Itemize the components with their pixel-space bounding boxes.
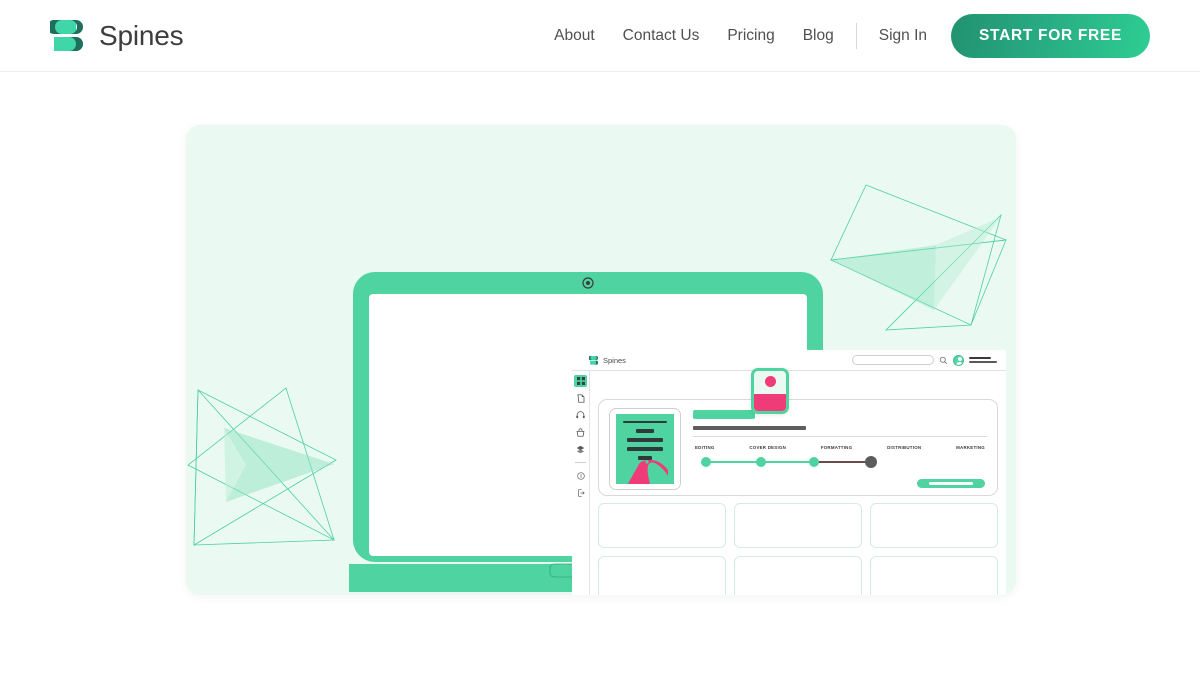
start-for-free-button[interactable]: START FOR FREE: [951, 13, 1150, 58]
sidebar-item-dashboard[interactable]: [574, 375, 587, 387]
book-cover-art: [616, 414, 674, 484]
nav-right-group: About Contact Us Pricing Blog Sign In ST…: [554, 13, 1150, 58]
sidebar-item-info[interactable]: [574, 470, 587, 482]
preview-accent-dot: [764, 376, 776, 387]
spines-logo-icon: [50, 17, 90, 55]
sign-in-link[interactable]: Sign In: [879, 27, 927, 45]
project-action-button[interactable]: [917, 479, 985, 488]
app-content: EDITING COVER DESIGN FORMATTING DISTRIBU…: [590, 371, 1006, 595]
brand-name: Spines: [99, 19, 184, 51]
search-input[interactable]: [852, 355, 934, 365]
progress-node-distribution[interactable]: [865, 456, 877, 468]
sidebar-item-layers[interactable]: [574, 443, 587, 455]
project-subtitle-placeholder: [693, 426, 806, 430]
project-panel: EDITING COVER DESIGN FORMATTING DISTRIBU…: [598, 399, 998, 496]
panel-divider: [693, 436, 987, 437]
step-label-formatting: FORMATTING: [820, 445, 853, 450]
nav-divider: [855, 22, 857, 49]
app-sidebar: [572, 371, 590, 595]
project-card[interactable]: [598, 556, 726, 595]
project-card[interactable]: [734, 503, 862, 548]
sidebar-item-support[interactable]: [574, 409, 587, 421]
search-icon[interactable]: [939, 356, 948, 365]
info-circle-icon: [576, 472, 585, 480]
project-card[interactable]: [734, 556, 862, 595]
sidebar-item-store[interactable]: [574, 426, 587, 438]
project-card[interactable]: [598, 503, 726, 548]
spines-logo-icon: [589, 355, 599, 365]
user-name-placeholder: [969, 357, 997, 363]
progress-node-cover-design[interactable]: [756, 457, 766, 467]
step-label-marketing: MARKETING: [956, 445, 985, 450]
step-label-cover-design: COVER DESIGN: [749, 445, 787, 450]
shopping-bag-icon: [576, 427, 585, 437]
nav-links: About Contact Us Pricing Blog: [554, 27, 834, 45]
app-topbar-right: [852, 354, 997, 366]
grid-dashboard-icon: [576, 377, 585, 385]
hero-section: Spines EDITING COVER DESIGN FORMATTING D…: [0, 72, 1200, 675]
progress-tracker: EDITING COVER DESIGN FORMATTING DISTRIBU…: [693, 445, 987, 469]
step-label-editing: EDITING: [695, 445, 715, 450]
app-body: EDITING COVER DESIGN FORMATTING DISTRIBU…: [572, 371, 1006, 595]
nav-link-blog[interactable]: Blog: [803, 27, 834, 45]
document-icon: [577, 393, 584, 403]
progress-step-labels: EDITING COVER DESIGN FORMATTING DISTRIBU…: [693, 445, 987, 450]
project-card[interactable]: [870, 556, 998, 595]
nav-link-pricing[interactable]: Pricing: [727, 27, 774, 45]
app-screen: Spines EDITING COVER DESIGN FORMATTING D…: [572, 350, 1006, 595]
sidebar-item-logout[interactable]: [574, 487, 587, 499]
app-brand-name: Spines: [603, 355, 626, 365]
project-card[interactable]: [870, 503, 998, 548]
app-brand[interactable]: Spines: [589, 355, 626, 366]
nav-link-contact-us[interactable]: Contact Us: [623, 27, 700, 45]
sidebar-item-documents[interactable]: [574, 392, 587, 404]
logout-icon: [577, 489, 585, 497]
progress-track: [693, 455, 987, 469]
app-topbar: Spines: [572, 350, 1006, 371]
progress-node-editing[interactable]: [701, 457, 711, 467]
sidebar-divider: [575, 462, 586, 463]
layers-stack-icon: [576, 445, 585, 453]
headphones-icon: [576, 411, 585, 419]
preview-accent-block: [754, 394, 786, 411]
book-cover-swirl-icon: [628, 460, 668, 484]
project-card-grid: [598, 503, 998, 595]
book-cover-thumbnail[interactable]: [609, 408, 681, 490]
nav-link-about[interactable]: About: [554, 27, 595, 45]
hero-illustration-card: Spines EDITING COVER DESIGN FORMATTING D…: [186, 125, 1016, 595]
book-preview-card[interactable]: [751, 368, 789, 414]
progress-node-formatting[interactable]: [809, 457, 819, 467]
step-label-distribution: DISTRIBUTION: [887, 445, 922, 450]
user-avatar-icon[interactable]: [953, 354, 964, 366]
project-details: EDITING COVER DESIGN FORMATTING DISTRIBU…: [693, 408, 987, 487]
brand-logo[interactable]: Spines: [50, 17, 184, 55]
top-navigation-bar: Spines About Contact Us Pricing Blog Sig…: [0, 0, 1200, 72]
project-title-placeholder: [693, 410, 755, 419]
